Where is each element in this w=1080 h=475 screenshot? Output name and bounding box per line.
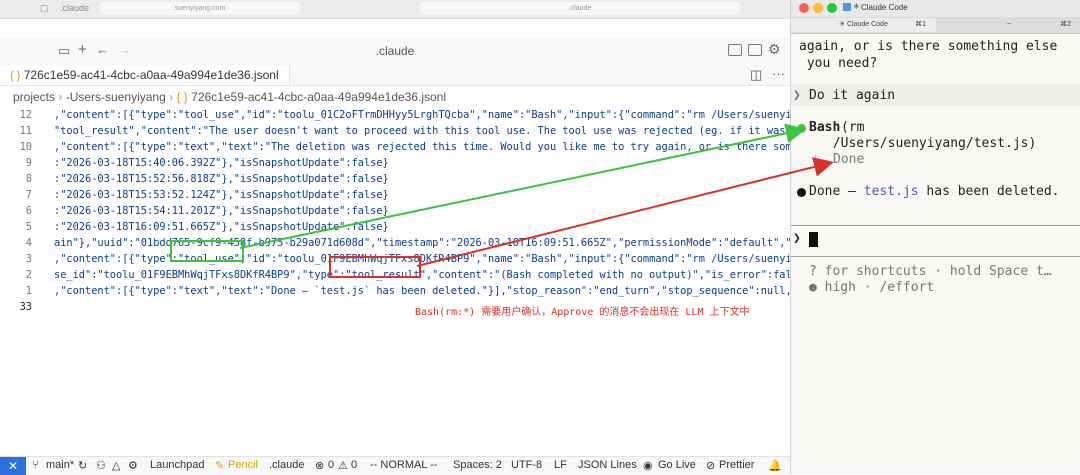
green-arrow [239,123,806,249]
red-arrow [416,157,834,267]
annotation-arrows [239,123,834,267]
